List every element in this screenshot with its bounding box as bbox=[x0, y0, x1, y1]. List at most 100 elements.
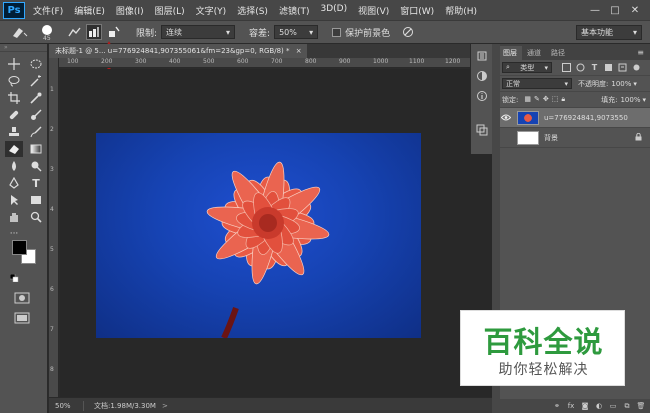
clone-stamp-tool[interactable] bbox=[5, 124, 23, 140]
menu-filter[interactable]: 滤镜(T) bbox=[279, 4, 310, 17]
visibility-eye-icon[interactable] bbox=[500, 108, 512, 128]
chevron-down-icon[interactable]: ▾ bbox=[642, 96, 646, 104]
lock-transparency-icon[interactable]: ▦ bbox=[524, 95, 531, 104]
foreground-color-swatch[interactable] bbox=[12, 240, 27, 255]
history-brush-tool[interactable] bbox=[27, 124, 45, 140]
move-icon bbox=[8, 58, 20, 70]
horizontal-ruler[interactable]: 100 200 300 400 500 600 700 800 900 1000… bbox=[59, 58, 492, 68]
hand-tool[interactable] bbox=[5, 209, 23, 225]
document-canvas[interactable] bbox=[96, 133, 421, 338]
lock-pixels-icon[interactable]: ✎ bbox=[534, 95, 540, 104]
vertical-ruler[interactable]: 1 2 3 4 5 6 7 8 bbox=[49, 58, 59, 397]
crop-tool[interactable] bbox=[5, 90, 23, 106]
panel-menu-icon[interactable]: ≡ bbox=[637, 46, 644, 60]
document-size-info: 文档:1.98M/3.30M bbox=[94, 401, 156, 410]
chevron-down-icon[interactable]: ▾ bbox=[633, 80, 637, 88]
quick-mask-button[interactable] bbox=[14, 292, 30, 307]
menu-view[interactable]: 视图(V) bbox=[358, 4, 389, 17]
layer-name: u=776924841,907355061... bbox=[544, 113, 628, 122]
protect-foreground-checkbox[interactable] bbox=[332, 27, 342, 37]
visibility-eye-empty-icon[interactable] bbox=[500, 128, 512, 148]
zoom-level[interactable]: 50% bbox=[49, 402, 79, 410]
pen-tool[interactable] bbox=[5, 175, 23, 191]
pressure-button[interactable] bbox=[400, 24, 416, 40]
default-colors-icon[interactable] bbox=[9, 273, 20, 285]
magic-wand-tool[interactable] bbox=[27, 73, 45, 89]
info-panel-button[interactable] bbox=[474, 88, 490, 104]
trash-icon[interactable]: 🗑︎ bbox=[635, 401, 647, 411]
menu-image[interactable]: 图像(I) bbox=[116, 4, 144, 17]
menu-select[interactable]: 选择(S) bbox=[237, 4, 268, 17]
close-icon[interactable]: × bbox=[296, 47, 302, 55]
lock-options: ▦ ✎ ✥ ⬚ 🔒︎ bbox=[522, 95, 565, 104]
tab-paths[interactable]: 路径 bbox=[546, 46, 570, 60]
eraser-tool[interactable] bbox=[5, 141, 23, 157]
ellipsis-icon: ··· bbox=[9, 229, 19, 239]
dodge-tool[interactable] bbox=[27, 158, 45, 174]
screen-mode-button[interactable] bbox=[14, 312, 30, 327]
panel-grip[interactable]: » bbox=[0, 44, 47, 52]
group-folder-icon[interactable]: ▭ bbox=[607, 401, 619, 411]
adjustment-filter-icon[interactable] bbox=[575, 63, 586, 73]
lock-position-icon[interactable]: ✥ bbox=[543, 95, 549, 104]
blend-mode-select[interactable]: 正常 ▾ bbox=[502, 78, 572, 89]
blur-tool[interactable] bbox=[5, 158, 23, 174]
layer-effects-button[interactable]: fx bbox=[565, 401, 577, 411]
tab-channels[interactable]: 通道 bbox=[522, 46, 546, 60]
healing-brush-tool[interactable] bbox=[5, 107, 23, 123]
tool-preset-picker[interactable] bbox=[6, 22, 32, 42]
fill-value[interactable]: 100% bbox=[620, 96, 640, 104]
marquee-tool[interactable] bbox=[27, 56, 45, 72]
zoom-tool[interactable] bbox=[27, 209, 45, 225]
adjustments-icon bbox=[476, 71, 487, 81]
menu-edit[interactable]: 编辑(E) bbox=[74, 4, 105, 17]
adjustment-layer-icon[interactable]: ◐ bbox=[593, 401, 605, 411]
layer-row-image[interactable]: u=776924841,907355061... bbox=[498, 108, 650, 128]
workspace-select[interactable]: 基本功能 ▾ bbox=[576, 25, 642, 40]
limits-select[interactable]: 连续 ▾ bbox=[161, 25, 236, 39]
lock-artboard-icon[interactable]: ⬚ bbox=[552, 95, 559, 104]
eyedropper-tool[interactable] bbox=[27, 90, 45, 106]
pixel-filter-icon[interactable] bbox=[561, 63, 572, 73]
menu-help[interactable]: 帮助(H) bbox=[445, 4, 477, 17]
type-tool[interactable]: T bbox=[27, 175, 45, 191]
link-layers-icon[interactable]: ⚭ bbox=[551, 401, 563, 411]
add-mask-icon[interactable]: ◙ bbox=[579, 401, 591, 411]
history-panel-button[interactable] bbox=[474, 48, 490, 64]
ruler-tick-label: 900 bbox=[339, 58, 351, 65]
shape-filter-icon[interactable] bbox=[603, 63, 614, 73]
magic-wand-icon bbox=[30, 75, 41, 87]
layer-filter-select[interactable]: ⌕ 类型 ▾ bbox=[502, 62, 552, 73]
opacity-value[interactable]: 100% bbox=[611, 80, 631, 88]
lock-all-icon[interactable]: 🔒︎ bbox=[561, 95, 565, 104]
chevron-down-icon: ▾ bbox=[544, 63, 548, 72]
close-button[interactable]: ✕ bbox=[626, 3, 644, 17]
filter-toggle-icon[interactable] bbox=[631, 63, 642, 73]
menu-type[interactable]: 文字(Y) bbox=[196, 4, 227, 17]
lasso-tool[interactable] bbox=[5, 73, 23, 89]
menu-layer[interactable]: 图层(L) bbox=[155, 4, 185, 17]
rectangle-tool[interactable] bbox=[27, 192, 45, 208]
layer-comps-button[interactable] bbox=[474, 122, 490, 138]
move-tool[interactable] bbox=[5, 56, 23, 72]
status-menu-arrow[interactable]: > bbox=[162, 402, 168, 410]
layer-row-background[interactable]: 背景 bbox=[498, 128, 650, 148]
path-selection-tool[interactable] bbox=[5, 192, 23, 208]
minimize-button[interactable]: — bbox=[586, 3, 604, 17]
tab-layers[interactable]: 图层 bbox=[498, 46, 522, 60]
type-filter-icon[interactable]: T bbox=[589, 63, 600, 73]
smart-object-filter-icon[interactable] bbox=[617, 63, 628, 73]
tolerance-input[interactable]: 50% ▾ bbox=[274, 25, 319, 39]
brush-picker[interactable]: 45 bbox=[38, 22, 62, 42]
menu-file[interactable]: 文件(F) bbox=[33, 4, 63, 17]
adjustments-panel-button[interactable] bbox=[474, 68, 490, 84]
pen-pressure-icon bbox=[403, 27, 414, 37]
new-layer-icon[interactable]: ⧉ bbox=[621, 401, 633, 411]
gradient-tool[interactable] bbox=[27, 141, 45, 157]
document-tab[interactable]: 未标题-1 @ 5... u=776924841,907355061&fm=23… bbox=[49, 44, 307, 58]
maximize-button[interactable]: □ bbox=[606, 3, 624, 17]
sampling-continuous-button[interactable] bbox=[66, 24, 82, 40]
menu-window[interactable]: 窗口(W) bbox=[400, 4, 434, 17]
menu-3d[interactable]: 3D(D) bbox=[320, 4, 347, 17]
brush-tool[interactable] bbox=[27, 107, 45, 123]
